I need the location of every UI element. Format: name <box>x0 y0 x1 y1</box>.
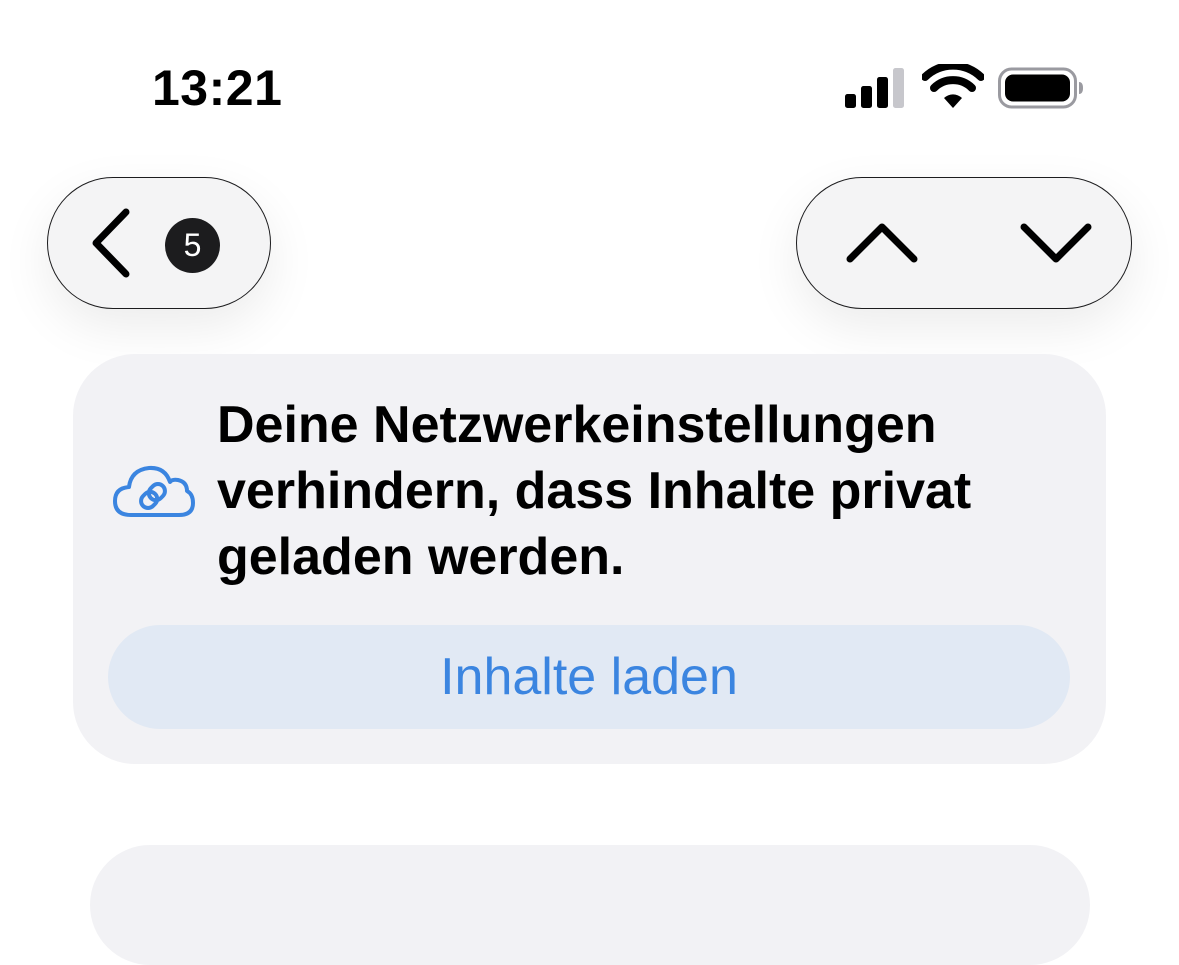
chevron-down-icon <box>1020 223 1092 263</box>
chevron-left-icon <box>92 208 130 278</box>
status-bar: 13:21 <box>0 0 1179 140</box>
cloud-link-icon <box>113 465 195 517</box>
next-button[interactable] <box>981 178 1121 308</box>
count-badge: 5 <box>165 218 220 273</box>
up-down-control <box>796 177 1132 309</box>
banner-message: Deine Netzwerkeinstellungen verhindern, … <box>217 392 1077 590</box>
privacy-banner: Deine Netzwerkeinstellungen verhindern, … <box>73 354 1106 764</box>
chevron-up-icon <box>846 223 918 263</box>
status-time: 13:21 <box>152 60 283 116</box>
content-card <box>90 845 1090 965</box>
wifi-icon <box>922 64 984 108</box>
load-content-button[interactable]: Inhalte laden <box>108 625 1070 729</box>
previous-button[interactable] <box>807 178 947 308</box>
back-button[interactable]: 5 <box>47 177 271 309</box>
battery-icon <box>998 67 1083 109</box>
banner-message-line: geladen werden. <box>217 528 625 586</box>
banner-message-line: Deine Netzwerkeinstellungen <box>217 396 937 454</box>
signal-icon <box>845 68 904 108</box>
banner-message-line: verhindern, dass Inhalte privat <box>217 462 972 520</box>
